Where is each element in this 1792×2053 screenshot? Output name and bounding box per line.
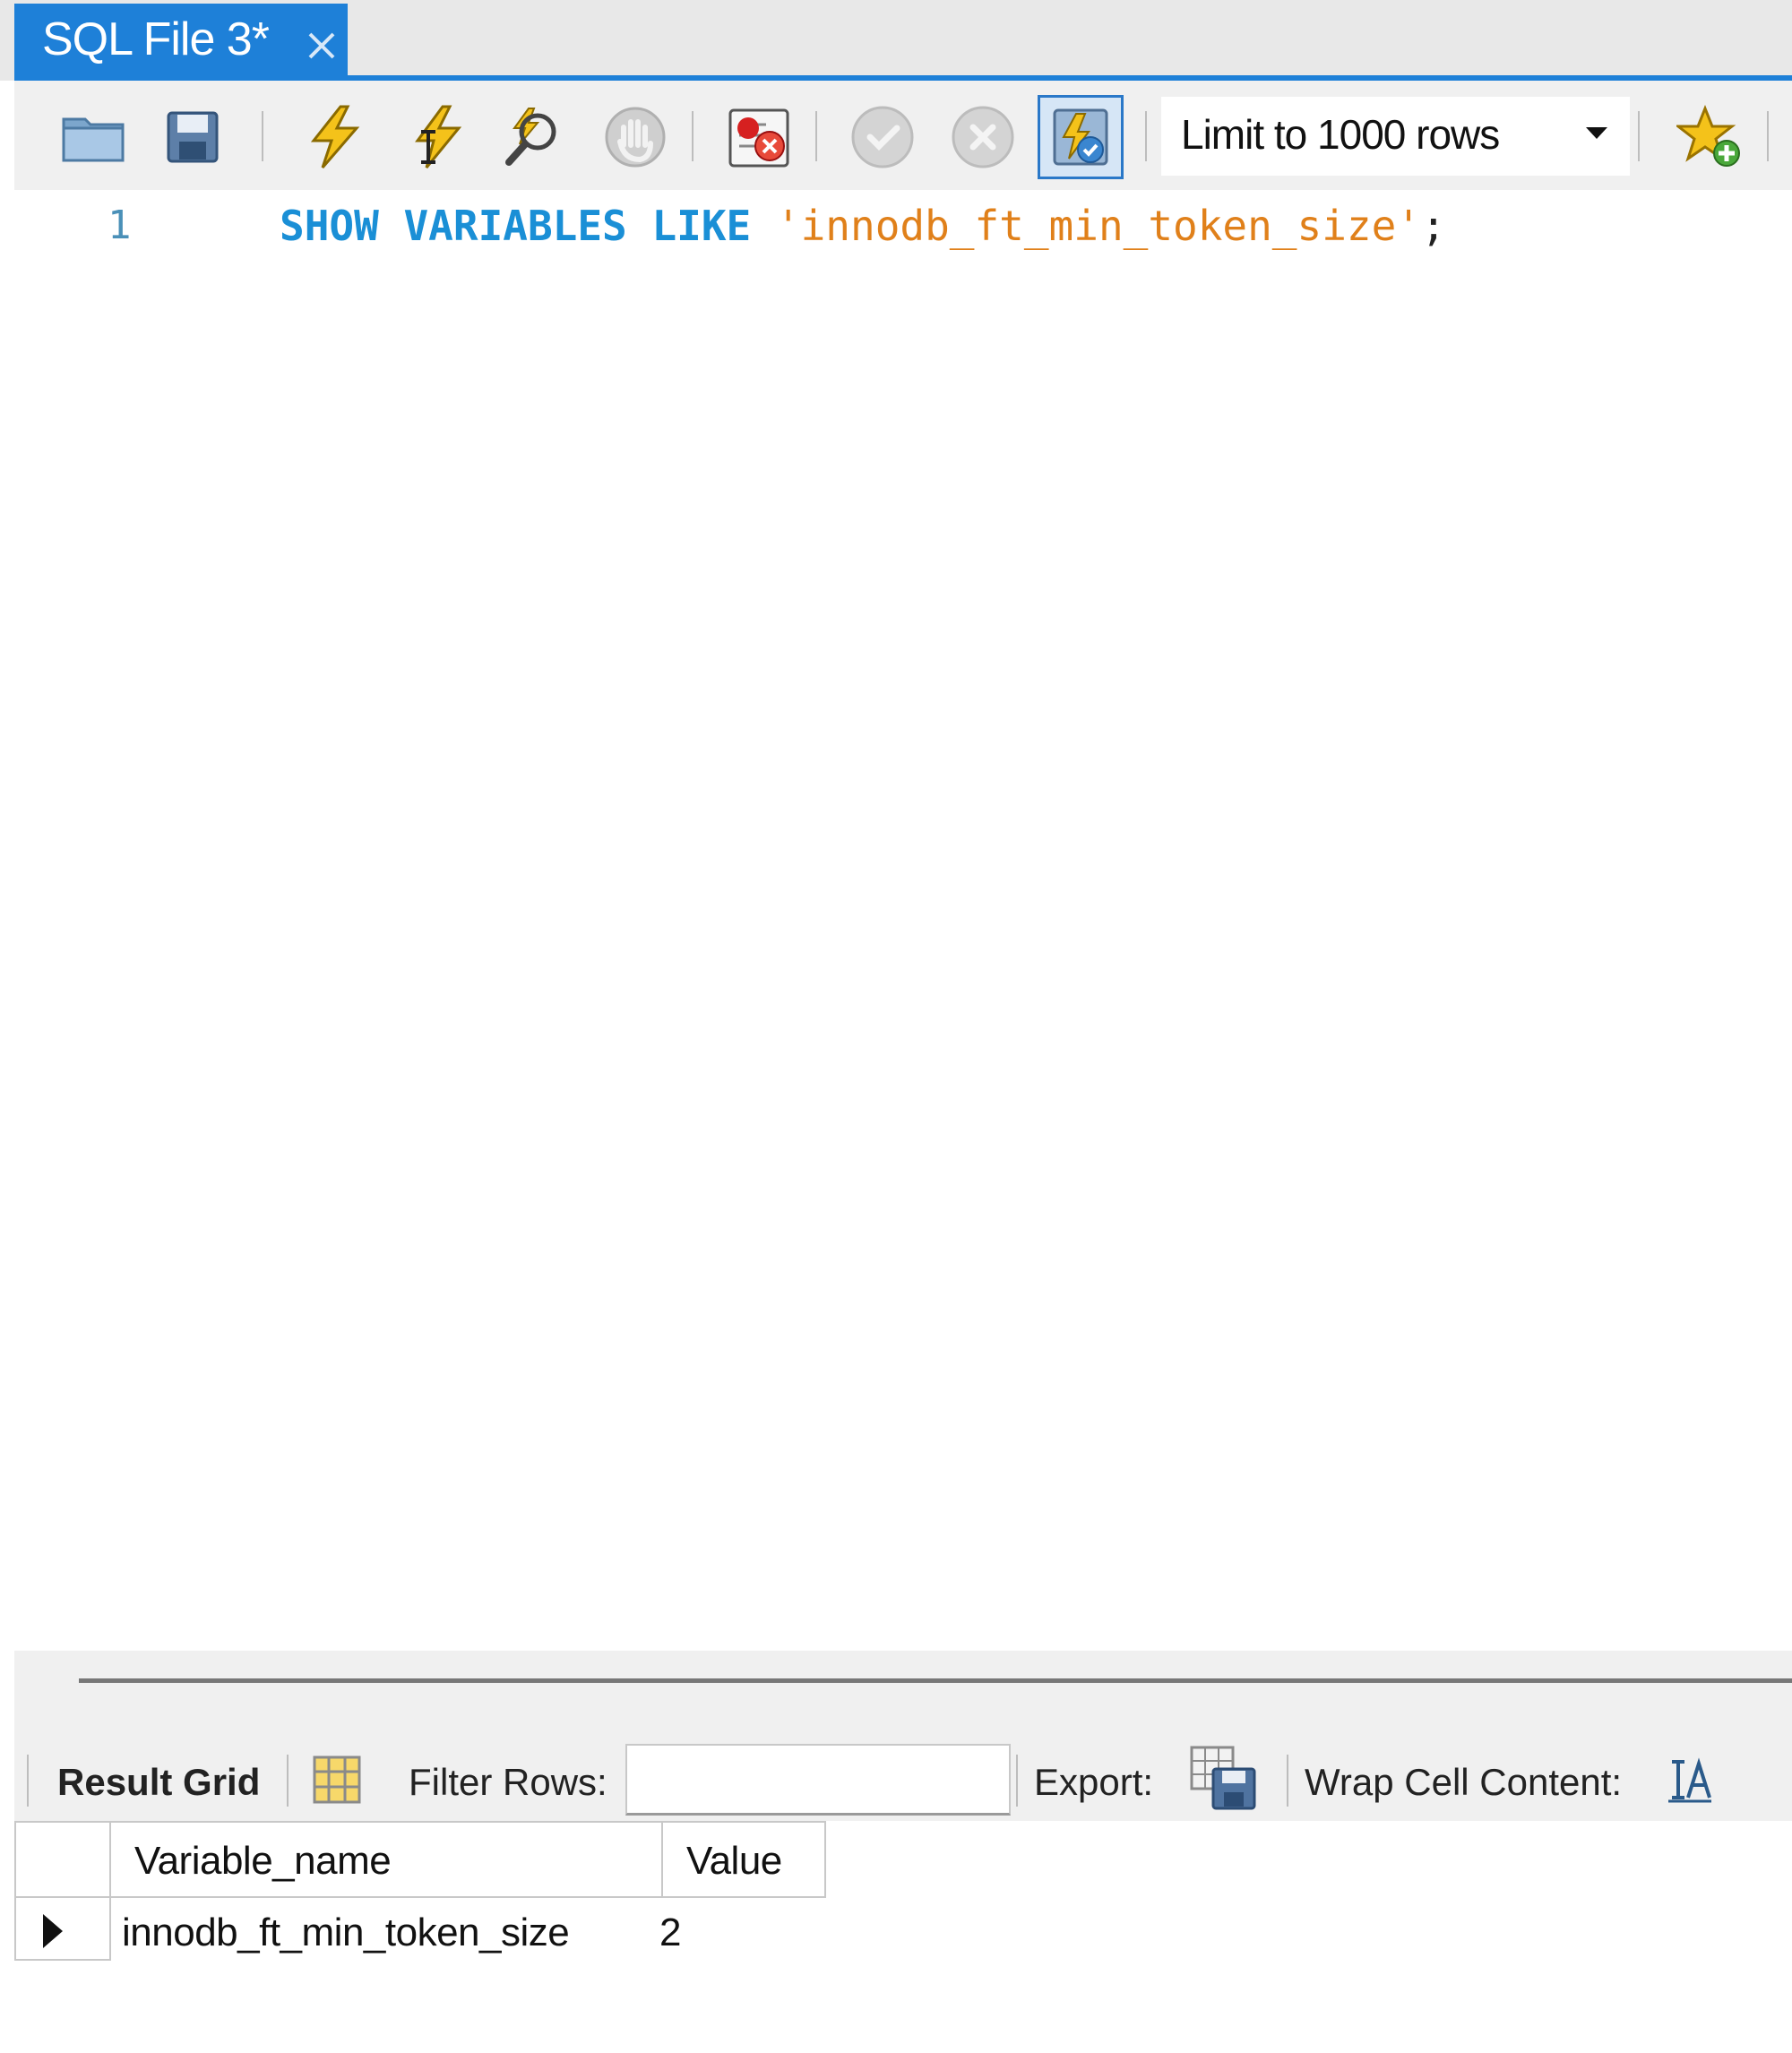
- export-label: Export:: [1034, 1761, 1154, 1803]
- lightning-icon: [305, 105, 364, 169]
- cell-value[interactable]: 2: [659, 1911, 681, 1955]
- sql-editor-toolbar: Limit to 1000 rows: [14, 81, 1792, 190]
- column-header-label: Variable_name: [134, 1839, 392, 1883]
- filter-rows-label: Filter Rows:: [409, 1761, 607, 1803]
- close-icon[interactable]: [303, 27, 340, 65]
- statement-terminator: ;: [1420, 202, 1446, 250]
- filter-rows-input[interactable]: [625, 1744, 1011, 1816]
- result-toolbar: Result Grid Filter Rows: Export: Wrap Ce…: [14, 1740, 1792, 1821]
- grid-header: Variable_name Value: [14, 1821, 826, 1898]
- magnifier-icon: [502, 105, 568, 169]
- add-snippet-button[interactable]: [1670, 97, 1751, 177]
- hand-stop-icon: [604, 106, 667, 168]
- toolbar-separator: [1016, 1755, 1018, 1807]
- keyword-like: LIKE: [651, 202, 752, 250]
- tab-title: SQL File 3*: [42, 13, 270, 65]
- toolbar-separator: [1767, 111, 1769, 161]
- result-grid: Variable_name Value innodb_ft_min_token_…: [14, 1821, 1792, 2053]
- rollback-button[interactable]: [943, 97, 1023, 177]
- chevron-down-icon: [1586, 127, 1607, 139]
- stop-button[interactable]: [595, 97, 676, 177]
- toggle-continue-on-error-button[interactable]: [719, 97, 799, 177]
- toggle-autocommit-button[interactable]: [1038, 95, 1124, 179]
- toolbar-separator: [1145, 111, 1147, 161]
- splitter-handle[interactable]: [79, 1678, 1792, 1683]
- error-stop-icon: [727, 105, 791, 169]
- row-indicator[interactable]: [14, 1898, 111, 1961]
- column-header-value[interactable]: Value: [661, 1821, 826, 1898]
- line-number: 1: [108, 203, 132, 248]
- autocommit-icon: [1049, 105, 1112, 169]
- execute-all-button[interactable]: [294, 97, 375, 177]
- row-header-corner: [14, 1821, 111, 1898]
- column-header-label: Value: [686, 1839, 782, 1883]
- keyword-variables: VARIABLES: [403, 202, 627, 250]
- panel-splitter[interactable]: [14, 1651, 1792, 1740]
- toolbar-separator: [692, 111, 694, 161]
- tab-sql-file[interactable]: SQL File 3*: [14, 4, 348, 81]
- toolbar-separator: [287, 1755, 289, 1807]
- wrap-text-icon[interactable]: [1665, 1755, 1715, 1809]
- code-line[interactable]: SHOW VARIABLES LIKE 'innodb_ft_min_token…: [280, 201, 1446, 251]
- wrap-cell-content-label: Wrap Cell Content:: [1305, 1761, 1623, 1803]
- lightning-cursor-icon: [405, 105, 464, 169]
- current-row-arrow-icon: [43, 1914, 63, 1948]
- grid-columns-icon[interactable]: [312, 1755, 362, 1809]
- save-file-button[interactable]: [152, 97, 233, 177]
- limit-rows-value: Limit to 1000 rows: [1181, 111, 1500, 158]
- limit-rows-select[interactable]: Limit to 1000 rows: [1161, 97, 1630, 176]
- execute-current-button[interactable]: [394, 97, 475, 177]
- export-icon[interactable]: [1188, 1744, 1258, 1816]
- toolbar-separator: [1287, 1755, 1288, 1807]
- toolbar-separator: [1638, 111, 1640, 161]
- result-grid-tab[interactable]: Result Grid: [57, 1760, 260, 1805]
- editor-tab-strip: SQL File 3*: [0, 0, 1792, 81]
- column-header-variable-name[interactable]: Variable_name: [109, 1821, 663, 1898]
- commit-button[interactable]: [842, 97, 923, 177]
- x-circle-icon: [951, 105, 1015, 169]
- string-literal: 'innodb_ft_min_token_size': [775, 202, 1421, 250]
- open-file-button[interactable]: [54, 97, 134, 177]
- toolbar-separator: [815, 111, 817, 161]
- explain-button[interactable]: [495, 97, 575, 177]
- keyword-show: SHOW: [280, 202, 379, 250]
- check-circle-icon: [850, 105, 915, 169]
- floppy-disk-icon: [165, 109, 220, 165]
- toolbar-separator: [262, 111, 263, 161]
- toolbar-separator: [27, 1755, 29, 1807]
- sql-editor[interactable]: 1 SHOW VARIABLES LIKE 'innodb_ft_min_tok…: [14, 190, 1792, 1651]
- cell-variable-name[interactable]: innodb_ft_min_token_size: [122, 1911, 570, 1955]
- folder-icon: [60, 108, 128, 166]
- star-plus-icon: [1676, 105, 1745, 169]
